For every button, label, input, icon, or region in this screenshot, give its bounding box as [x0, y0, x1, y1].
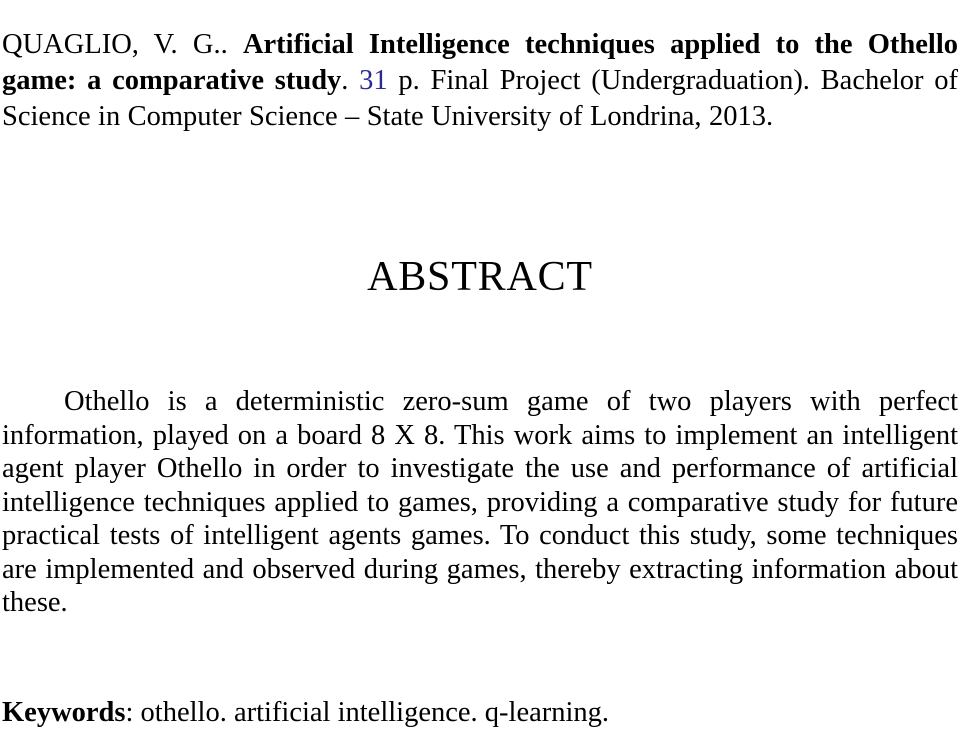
keywords-label: Keywords — [2, 697, 126, 728]
keywords-list: othello. artificial intelligence. q-lear… — [140, 697, 610, 728]
abstract-page: QUAGLIO, V. G.. Artificial Intelligence … — [0, 0, 960, 733]
abstract-heading: ABSTRACT — [367, 254, 593, 300]
citation-page-count-link[interactable]: 31 — [359, 65, 388, 96]
citation-title-punctuation: . — [341, 64, 360, 96]
citation-author: QUAGLIO, V. G.. — [2, 28, 243, 60]
abstract-paragraph: Othello is a deterministic zero-sum game… — [2, 386, 958, 618]
keywords-separator: : — [125, 697, 141, 728]
citation-block: QUAGLIO, V. G.. Artificial Intelligence … — [2, 27, 958, 135]
keywords-line: Keywords: othello. artificial intelligen… — [2, 696, 958, 730]
